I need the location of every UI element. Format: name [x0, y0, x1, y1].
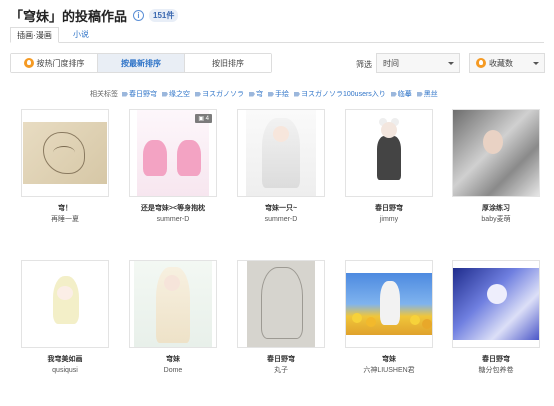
filter-label: 筛选: [356, 60, 372, 69]
work-thumbnail[interactable]: [21, 109, 109, 197]
page-count: 4: [205, 116, 209, 122]
info-icon[interactable]: i: [133, 9, 145, 21]
tab-novel[interactable]: 小说: [68, 27, 94, 43]
sort-bar: 按热门度排序 按最新排序 按旧排序: [10, 53, 272, 73]
tag-text: 手绘: [275, 91, 289, 98]
work-author[interactable]: 糖分包养卷: [451, 366, 541, 375]
work-title[interactable]: 穹妹一只~: [236, 204, 326, 213]
work-title[interactable]: 穹！: [20, 204, 110, 213]
sort-oldest-button[interactable]: 按旧排序: [185, 54, 271, 72]
tab-illustration-manga[interactable]: 插画·漫画: [10, 27, 59, 43]
tag-icon: [162, 91, 168, 97]
work-author[interactable]: 丸子: [236, 366, 326, 375]
tag-link[interactable]: 穹: [249, 89, 263, 99]
favorites-select-value: 收藏数: [489, 58, 513, 68]
tag-icon: [416, 91, 423, 97]
work-author[interactable]: summer-D: [236, 215, 326, 224]
tag-text: 缘之空: [169, 91, 190, 98]
tag-text: 春日野穹: [129, 91, 157, 98]
work-title[interactable]: 我穹美如画: [20, 355, 110, 364]
tag-link[interactable]: 春日野穹: [122, 89, 157, 99]
artwork-image: [246, 110, 316, 196]
tag-icon: [122, 91, 128, 97]
work-thumbnail[interactable]: [237, 260, 325, 348]
content-tabs: 插画·漫画 小说: [10, 27, 544, 43]
tag-icon: [294, 91, 300, 97]
tag-text: 黑丝: [423, 91, 438, 98]
work-author[interactable]: baby麦萌: [451, 215, 541, 224]
work-card[interactable]: ▣ 4 还是穹妹><等身抱枕 summer-D: [128, 109, 218, 224]
work-title[interactable]: 还是穹妹><等身抱枕: [128, 204, 218, 213]
work-card[interactable]: 穹！ 再睡一夏: [20, 109, 110, 224]
artwork-image: [23, 122, 107, 184]
work-card[interactable]: 我穹美如画 qusiqusi: [20, 260, 110, 375]
page-header: 「穹妹」的投稿作品 i 151件: [10, 6, 179, 24]
time-select-value: 时间: [383, 58, 399, 68]
work-author[interactable]: Dome: [128, 366, 218, 375]
tag-link[interactable]: 手绘: [268, 89, 289, 99]
work-thumbnail[interactable]: [345, 260, 433, 348]
work-author[interactable]: 再睡一夏: [20, 215, 110, 224]
artwork-image: [453, 268, 539, 340]
tag-link[interactable]: 缘之空: [162, 89, 190, 99]
tag-text: ヨスガノソラ: [202, 91, 244, 98]
related-tags: 相关标签 春日野穹 缘之空 ヨスガノソラ 穹 手绘 ヨスガノソラ100users…: [90, 88, 443, 100]
artwork-image: [359, 110, 419, 196]
artwork-image: [453, 110, 539, 196]
work-author[interactable]: summer-D: [128, 215, 218, 224]
tag-icon: [195, 91, 201, 97]
work-title[interactable]: 春日野穹: [344, 204, 434, 213]
work-title[interactable]: 穹妹: [128, 355, 218, 364]
work-card[interactable]: 春日野穹 糖分包养卷: [451, 260, 541, 375]
sort-popular-button[interactable]: 按热门度排序: [11, 54, 98, 72]
artwork-image: [25, 268, 105, 340]
work-card[interactable]: 穹妹 六神LIUSHEN君: [344, 260, 434, 375]
sort-newest-button[interactable]: 按最新排序: [98, 54, 185, 72]
count-badge: 151件: [149, 8, 179, 22]
tag-icon: [390, 91, 397, 97]
work-author[interactable]: jimmy: [344, 215, 434, 224]
work-thumbnail[interactable]: [452, 109, 540, 197]
tag-icon: [268, 91, 274, 97]
work-thumbnail[interactable]: [21, 260, 109, 348]
artwork-image: [346, 273, 432, 335]
work-title[interactable]: 厚涂练习: [451, 204, 541, 213]
artwork-image: [134, 261, 212, 347]
work-card[interactable]: 春日野穹 丸子: [236, 260, 326, 375]
work-title[interactable]: 春日野穹: [236, 355, 326, 364]
tag-link[interactable]: 临摹: [390, 89, 412, 99]
premium-icon: [476, 58, 486, 68]
page-title: 「穹妹」的投稿作品: [10, 8, 128, 24]
sort-popular-label: 按热门度排序: [36, 58, 85, 68]
tag-link[interactable]: 黑丝: [416, 89, 438, 99]
related-tags-label: 相关标签: [90, 91, 118, 98]
favorites-select[interactable]: 收藏数: [469, 53, 545, 73]
work-thumbnail[interactable]: [237, 109, 325, 197]
work-card[interactable]: 穹妹 Dome: [128, 260, 218, 375]
work-thumbnail[interactable]: ▣ 4: [129, 109, 217, 197]
chevron-down-icon: [533, 62, 539, 65]
chevron-down-icon: [448, 62, 454, 65]
premium-icon: [23, 58, 34, 68]
work-card[interactable]: 厚涂练习 baby麦萌: [451, 109, 541, 224]
tag-text: ヨスガノソラ100users入り: [301, 91, 386, 98]
tag-icon: [249, 91, 255, 97]
work-author[interactable]: qusiqusi: [20, 366, 110, 375]
work-title[interactable]: 春日野穹: [451, 355, 541, 364]
work-thumbnail[interactable]: [345, 109, 433, 197]
artwork-image: [247, 261, 315, 347]
work-thumbnail[interactable]: [129, 260, 217, 348]
tag-link[interactable]: ヨスガノソラ100users入り: [294, 89, 386, 99]
page-count-badge: ▣ 4: [195, 114, 212, 123]
work-title[interactable]: 穹妹: [344, 355, 434, 364]
work-author[interactable]: 六神LIUSHEN君: [344, 366, 434, 375]
tag-text: 临摹: [397, 91, 412, 98]
tag-text: 穹: [256, 91, 263, 98]
work-card[interactable]: 春日野穹 jimmy: [344, 109, 434, 224]
work-thumbnail[interactable]: [452, 260, 540, 348]
work-card[interactable]: 穹妹一只~ summer-D: [236, 109, 326, 224]
tag-link[interactable]: ヨスガノソラ: [195, 89, 244, 99]
time-select[interactable]: 时间: [376, 53, 460, 73]
